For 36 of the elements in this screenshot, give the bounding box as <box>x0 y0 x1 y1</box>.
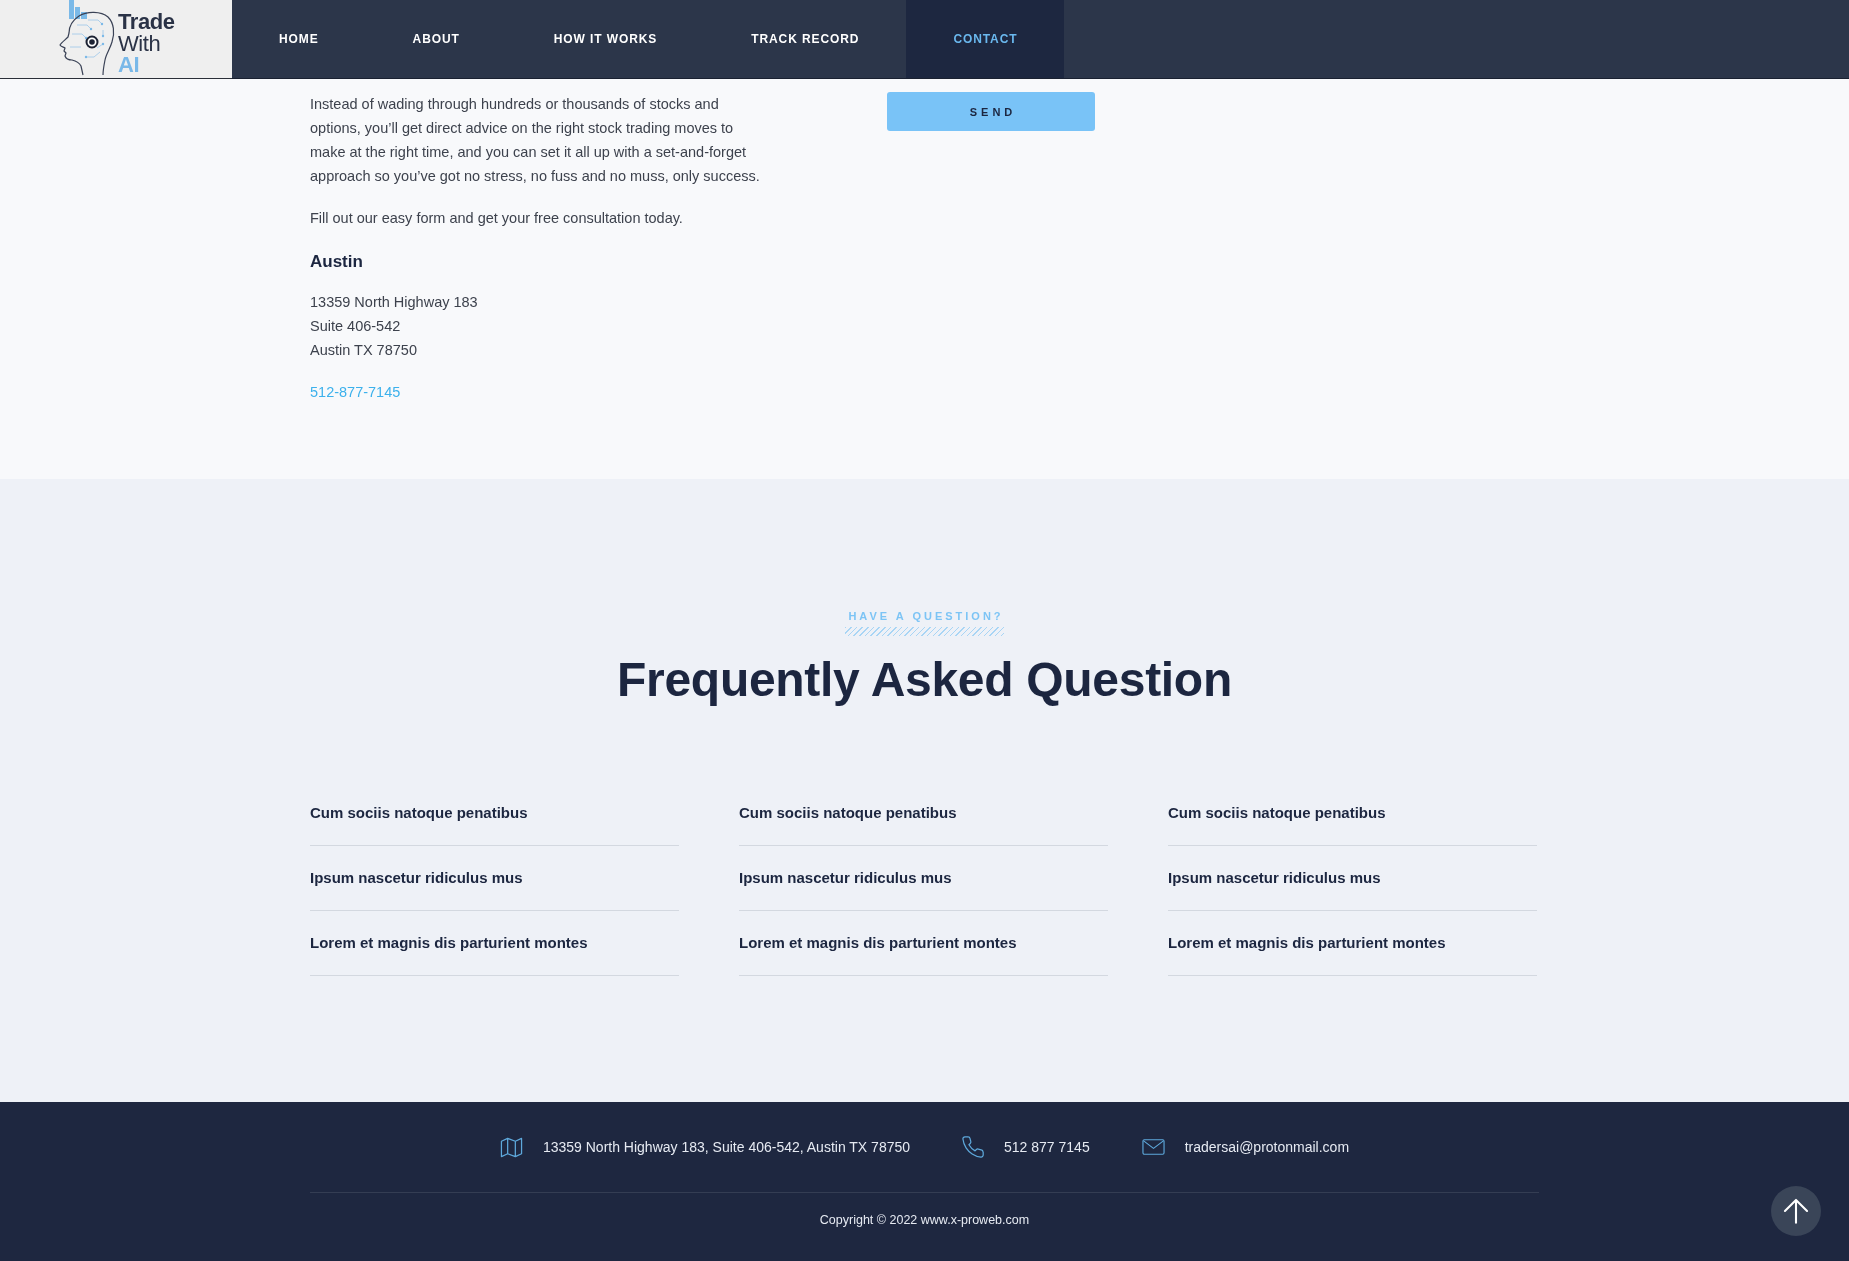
section-heading: Frequently Asked Question <box>617 652 1232 708</box>
logo-text: AI <box>118 54 140 76</box>
faq-question[interactable]: Ipsum nascetur ridiculus mus <box>1168 846 1537 911</box>
phone-text: 512 877 7145 <box>1004 1138 1090 1157</box>
faq-question[interactable]: Cum sociis natoque penatibus <box>739 781 1108 846</box>
address-line: Suite 406-542 <box>310 317 401 336</box>
intro-paragraph: Instead of wading through hundreds or thousands of stocks and options, you’ll get direct advice on the right stock trading moves to make at the right time, and you can set it all up with a set-and-forget approach so you’ve got no stress, no fuss and no muss, only success. <box>310 95 761 186</box>
faq-question[interactable]: Cum sociis natoque penatibus <box>1168 781 1537 846</box>
phone-icon <box>962 1136 985 1158</box>
nav-link[interactable]: ABOUT <box>365 0 507 78</box>
logo-text: Trade <box>118 11 175 33</box>
nav-link[interactable]: TRACK RECORD <box>704 0 907 78</box>
head-profile-icon <box>57 0 115 76</box>
section-eyebrow: HAVE A QUESTION? <box>845 609 1004 636</box>
logo-text: With <box>118 32 161 54</box>
faq-question[interactable]: Cum sociis natoque penatibus <box>310 781 679 846</box>
nav-link[interactable]: HOW IT WORKS <box>506 0 705 78</box>
arrow-up-icon <box>1783 1198 1809 1224</box>
faq-question[interactable]: Lorem et magnis dis parturient montes <box>310 911 679 976</box>
address-line: 13359 North Highway 183 <box>310 293 478 312</box>
office-city: Austin <box>310 251 364 273</box>
copyright-text: Copyright © 2022 www.x-proweb.com <box>819 1212 1030 1229</box>
envelope-icon <box>1141 1139 1165 1155</box>
nav-link[interactable]: CONTACT <box>906 0 1065 78</box>
address-line: Austin TX 78750 <box>310 341 417 360</box>
faq-question[interactable]: Lorem et magnis dis parturient montes <box>739 911 1108 976</box>
map-icon <box>499 1135 523 1159</box>
nav-link[interactable]: HOME <box>232 0 366 78</box>
faq-question[interactable]: Ipsum nascetur ridiculus mus <box>739 846 1108 911</box>
faq-question[interactable]: Ipsum nascetur ridiculus mus <box>310 846 679 911</box>
cta-text: Fill out our easy form and get your free consultation today. <box>310 209 684 228</box>
logo-panel[interactable]: Trade With AI <box>0 0 232 79</box>
send-button[interactable]: SEND <box>887 92 1095 131</box>
email-text: tradersai@protonmail.com <box>1184 1138 1350 1157</box>
address-text: 13359 North Highway 183, Suite 406-542, Austin TX 78750 <box>542 1138 911 1157</box>
faq-question[interactable]: Lorem et magnis dis parturient montes <box>1168 911 1537 976</box>
